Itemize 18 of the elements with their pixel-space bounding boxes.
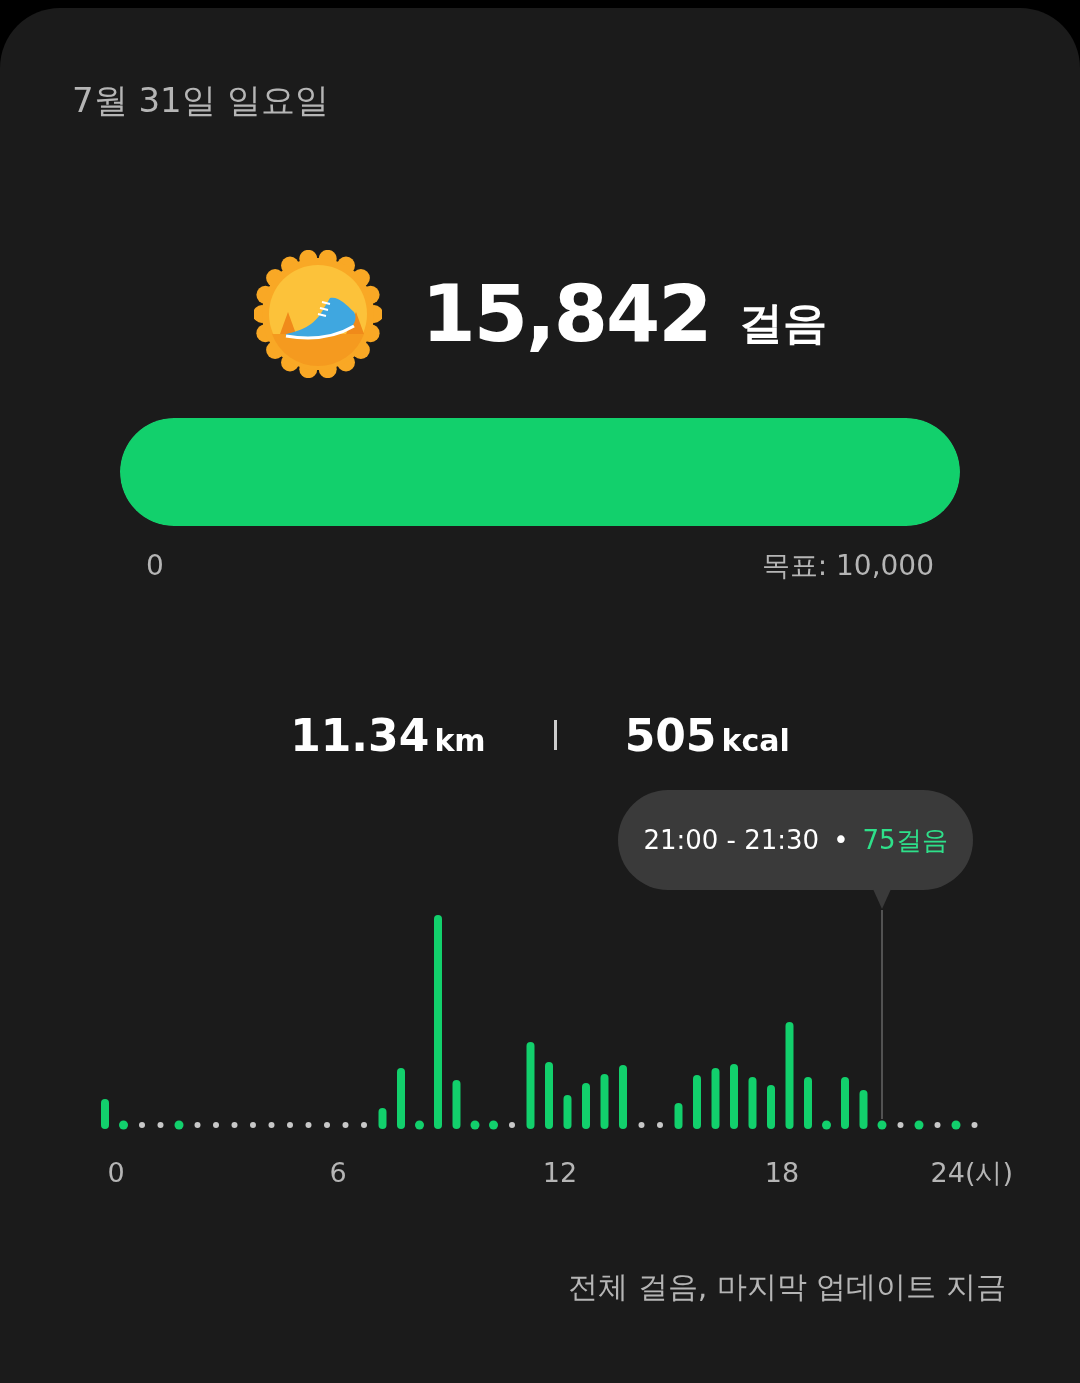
stat-value: 505 kcal [624, 709, 790, 761]
stat-divider [553, 720, 557, 750]
update-note: 전체 걸음, 마지막 업데이트 지금 [567, 1268, 1006, 1306]
axis-label: 24(시) [930, 1157, 1013, 1188]
shoe-badge-icon [253, 250, 382, 378]
progress-start-label: 0 [146, 548, 164, 584]
axis-label: 6 [329, 1157, 347, 1188]
tooltip-steps: 75걸음 [862, 822, 948, 858]
tooltip-time: 21:00 - 21:30 [643, 825, 820, 855]
tooltip-separator: • [833, 825, 849, 855]
axis-label: 12 [542, 1157, 578, 1188]
axis-label: 0 [107, 1157, 125, 1188]
stat-value: 11.34 km [290, 709, 486, 761]
step-count: 15,842 [421, 269, 711, 359]
step-unit: 걸음 [738, 295, 827, 350]
date-title: 7월 31일 일요일 [72, 80, 330, 120]
axis-label: 18 [764, 1157, 800, 1188]
goal-label: 목표: 10,000 [761, 548, 934, 584]
